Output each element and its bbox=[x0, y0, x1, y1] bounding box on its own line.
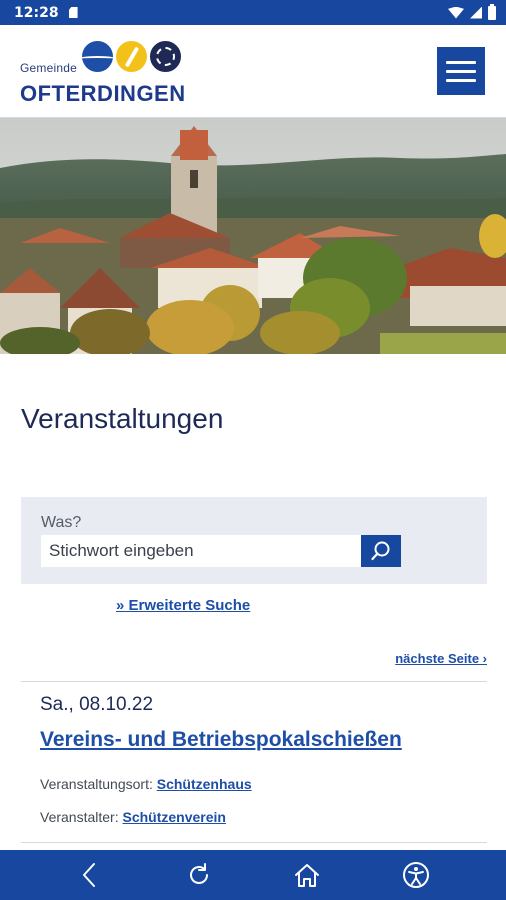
event-organizer: Veranstalter: Schützenverein bbox=[40, 809, 226, 825]
divider bbox=[21, 681, 487, 682]
event-location: Veranstaltungsort: Schützenhaus bbox=[40, 776, 252, 792]
site-logo[interactable]: Gemeinde OFTERDINGEN bbox=[20, 39, 200, 109]
wifi-icon bbox=[448, 6, 464, 19]
hamburger-line bbox=[446, 69, 476, 73]
event-location-label: Veranstaltungsort: bbox=[40, 776, 153, 792]
search-label: Was? bbox=[41, 514, 82, 531]
status-icons bbox=[448, 3, 496, 20]
reload-button[interactable] bbox=[177, 853, 221, 897]
accessibility-icon bbox=[402, 862, 429, 888]
hamburger-menu-icon bbox=[446, 60, 476, 64]
search-button[interactable] bbox=[361, 535, 401, 567]
event-location-link[interactable]: Schützenhaus bbox=[157, 776, 252, 792]
page-title: Veranstaltungen bbox=[21, 403, 224, 434]
status-time: 12:28 bbox=[14, 4, 59, 21]
back-button[interactable] bbox=[68, 853, 112, 897]
status-bar: 12:28 bbox=[0, 0, 506, 25]
home-button[interactable] bbox=[285, 853, 329, 897]
battery-icon bbox=[488, 3, 496, 20]
accessibility-button[interactable] bbox=[394, 853, 438, 897]
reload-icon bbox=[189, 863, 208, 884]
sdcard-icon bbox=[68, 7, 78, 18]
event-title-link[interactable]: Vereins- und Betriebspokalschießen bbox=[40, 728, 402, 752]
event-organizer-label: Veranstalter: bbox=[40, 809, 119, 825]
hamburger-line bbox=[446, 78, 476, 82]
back-icon bbox=[83, 863, 96, 887]
advanced-search-link[interactable]: » Erweiterte Suche bbox=[116, 597, 250, 614]
signal-icon bbox=[470, 6, 482, 19]
menu-button[interactable] bbox=[437, 47, 485, 95]
home-icon bbox=[295, 864, 320, 887]
logo-prefix: Gemeinde bbox=[20, 61, 77, 75]
logo-name: OFTERDINGEN bbox=[20, 81, 186, 106]
event-date: Sa., 08.10.22 bbox=[40, 694, 154, 715]
water-emblem-icon bbox=[82, 41, 113, 72]
grain-emblem-icon bbox=[116, 41, 147, 72]
wheel-emblem-icon bbox=[150, 41, 181, 72]
event-organizer-link[interactable]: Schützenverein bbox=[123, 809, 226, 825]
bottom-nav bbox=[0, 850, 506, 900]
village-photo bbox=[0, 118, 506, 354]
search-panel: Was? bbox=[21, 497, 487, 584]
search-input[interactable] bbox=[41, 535, 361, 567]
search-icon bbox=[371, 541, 390, 561]
logo-emblem bbox=[82, 41, 181, 72]
site-header: Gemeinde OFTERDINGEN bbox=[0, 25, 506, 118]
hero-image bbox=[0, 118, 506, 354]
divider bbox=[21, 842, 487, 843]
next-page-link[interactable]: nächste Seite › bbox=[395, 651, 487, 666]
